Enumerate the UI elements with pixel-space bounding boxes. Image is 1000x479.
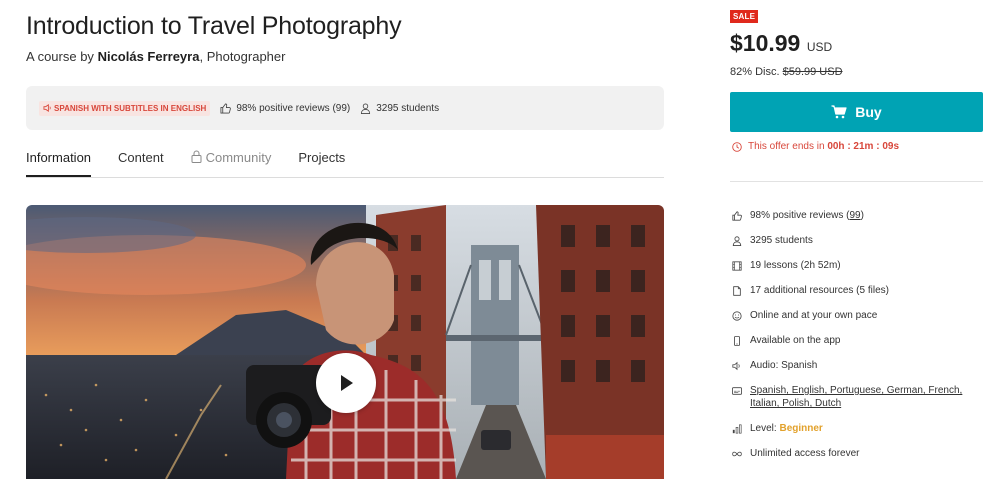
speaker-icon	[43, 104, 51, 112]
buy-label: Buy	[855, 104, 882, 120]
feature-level: Level: Beginner	[732, 422, 983, 435]
tab-label: Content	[118, 150, 164, 165]
price: $10.99 USD	[730, 30, 832, 57]
course-info-bar: SPANISH WITH SUBTITLES IN ENGLISH 98% po…	[26, 86, 664, 130]
tab-information[interactable]: Information	[26, 150, 92, 177]
price-currency: USD	[806, 40, 833, 54]
course-byline: A course by Nicolás Ferreyra, Photograph…	[26, 49, 285, 64]
access-text: Unlimited access forever	[750, 448, 860, 459]
feature-audio: Audio: Spanish	[732, 359, 983, 372]
buy-button[interactable]: Buy	[730, 92, 983, 132]
course-title: Introduction to Travel Photography	[26, 12, 402, 40]
feature-resources: 17 additional resources (5 files)	[732, 284, 983, 297]
tab-label: Information	[26, 150, 92, 165]
video-thumbnail	[26, 205, 664, 479]
clock-icon	[732, 141, 742, 152]
lessons-icon	[732, 260, 742, 271]
language-badge: SPANISH WITH SUBTITLES IN ENGLISH	[39, 100, 211, 116]
play-icon	[341, 375, 353, 391]
course-features: 98% positive reviews (99) 3295 students …	[732, 209, 983, 472]
feature-pace: Online and at your own pace	[732, 309, 983, 322]
smile-icon	[732, 310, 742, 321]
reviews-prefix: 98% positive reviews (	[750, 210, 850, 221]
byline-prefix: A course by	[26, 49, 94, 64]
level-value: Beginner	[779, 423, 823, 434]
course-tabs: Information Content Community Projects	[26, 150, 664, 178]
reviews-text: 98% positive reviews (99)	[236, 102, 351, 114]
author-link[interactable]: Nicolás Ferreyra	[98, 49, 200, 64]
audio-text: Audio: Spanish	[750, 360, 818, 371]
course-video-preview[interactable]	[26, 205, 664, 479]
divider	[730, 181, 983, 182]
user-icon	[732, 235, 742, 246]
subtitles-languages-line1: Spanish, English, Portuguese, German, Fr…	[750, 385, 963, 396]
app-text: Available on the app	[750, 335, 841, 346]
phone-icon	[734, 335, 740, 346]
sale-badge: SALE	[730, 10, 759, 23]
offer-time: 00h : 21m : 09s	[827, 141, 900, 152]
discount-label: 82% Disc.	[730, 66, 780, 78]
file-icon	[733, 285, 741, 296]
feature-access: Unlimited access forever	[732, 447, 983, 460]
tab-label: Projects	[298, 150, 346, 165]
students-text: 3295 students	[376, 102, 440, 114]
students-summary: 3295 students	[360, 103, 439, 114]
original-price: $59.99 USD	[782, 66, 843, 78]
level-prefix: Level:	[750, 423, 777, 434]
reviews-count-link[interactable]: 99	[849, 210, 860, 221]
thumbs-up-icon	[220, 103, 232, 113]
pace-text: Online and at your own pace	[750, 310, 878, 321]
subtitles-languages-line2: Italian, Polish, Dutch	[750, 398, 842, 409]
resources-text: 17 additional resources (5 files)	[750, 285, 889, 296]
students-text: 3295 students	[750, 235, 813, 246]
user-icon	[361, 103, 371, 114]
feature-lessons: 19 lessons (2h 52m)	[732, 259, 983, 272]
tab-projects[interactable]: Projects	[298, 150, 345, 177]
language-badge-label: SPANISH WITH SUBTITLES IN ENGLISH	[54, 103, 207, 113]
feature-subtitles: Spanish, English, Portuguese, German, Fr…	[732, 384, 983, 410]
thumbs-up-icon	[732, 210, 742, 221]
tab-label: Community	[205, 150, 272, 165]
level-bars-icon	[732, 424, 742, 433]
feature-students: 3295 students	[732, 234, 983, 247]
discount-line: 82% Disc. $59.99 USD	[730, 66, 843, 78]
subtitles-icon	[732, 386, 742, 395]
offer-countdown: This offer ends in 00h : 21m : 09s	[732, 141, 899, 152]
audio-icon	[732, 361, 740, 370]
feature-reviews: 98% positive reviews (99)	[732, 209, 983, 222]
cart-icon	[831, 105, 847, 119]
reviews-suffix: )	[860, 210, 864, 221]
tab-content[interactable]: Content	[118, 150, 164, 177]
tab-community[interactable]: Community	[191, 150, 272, 177]
price-amount: $10.99	[730, 30, 801, 56]
feature-app: Available on the app	[732, 334, 983, 347]
offer-prefix: This offer ends in	[748, 141, 825, 152]
lock-icon	[191, 150, 202, 163]
lessons-text: 19 lessons (2h 52m)	[750, 260, 841, 271]
author-suffix: , Photographer	[199, 49, 286, 64]
reviews-summary: 98% positive reviews (99)	[220, 103, 350, 114]
infinity-icon	[732, 451, 742, 456]
play-button[interactable]	[316, 353, 376, 413]
